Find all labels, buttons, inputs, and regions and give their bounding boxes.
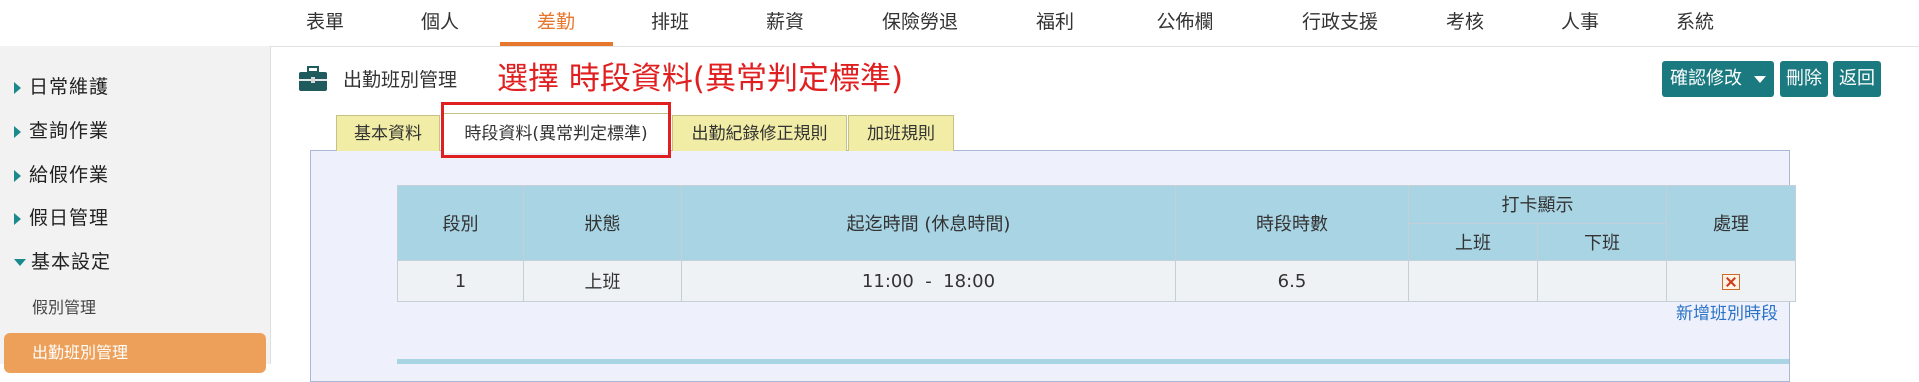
nav-item-insurance[interactable]: 保險勞退: [860, 0, 980, 44]
cell-hours: 6.5: [1175, 260, 1409, 302]
sidebar-subitem-leave-types[interactable]: 假別管理: [32, 294, 96, 322]
chevron-right-icon: [14, 169, 21, 182]
add-segment-link[interactable]: 新增班別時段: [1676, 302, 1778, 326]
segments-table: 段別 狀態 起迄時間 (休息時間) 時段時數 打卡顯示 處理 上班 下班 1 上…: [397, 185, 1796, 302]
column-header-hours: 時段時數: [1175, 185, 1409, 261]
sidebar-item-label: 假日管理: [29, 207, 110, 229]
sidebar-item-query[interactable]: 查詢作業: [14, 116, 109, 146]
nav-item-personal[interactable]: 個人: [400, 0, 480, 44]
cell-punch-out: [1537, 260, 1667, 302]
briefcase-icon: [298, 66, 328, 96]
column-header-status: 狀態: [523, 185, 682, 261]
confirm-button[interactable]: 確認修改: [1662, 61, 1774, 97]
sidebar-item-label: 查詢作業: [29, 120, 110, 142]
sidebar-item-daily-maintenance[interactable]: 日常維護: [14, 72, 109, 102]
column-header-punch-display: 打卡顯示: [1408, 185, 1667, 224]
back-button[interactable]: 返回: [1833, 61, 1881, 97]
confirm-button-label: 確認修改: [1670, 68, 1742, 89]
chevron-down-icon: [14, 259, 26, 266]
cell-punch-in: [1408, 260, 1538, 302]
chevron-right-icon: [14, 212, 21, 225]
column-header-punch-out: 下班: [1537, 222, 1667, 261]
nav-item-assessment[interactable]: 考核: [1425, 0, 1505, 44]
nav-item-salary[interactable]: 薪資: [745, 0, 825, 44]
column-header-time-range: 起迄時間 (休息時間): [681, 185, 1176, 261]
sidebar-item-holiday[interactable]: 假日管理: [14, 203, 109, 233]
tab-basic-info[interactable]: 基本資料: [336, 115, 440, 151]
nav-item-forms[interactable]: 表單: [285, 0, 365, 44]
annotation-title: 選擇 時段資料(異常判定標準): [497, 61, 904, 97]
nav-item-bulletin[interactable]: 公佈欄: [1135, 0, 1235, 44]
table-row: 1 上班 11:00 - 18:00 6.5: [397, 260, 1796, 302]
sidebar-subitem-shift-management[interactable]: 出勤班別管理: [4, 333, 266, 373]
column-header-action: 處理: [1666, 185, 1796, 261]
nav-item-attendance[interactable]: 差勤: [516, 0, 596, 44]
chevron-right-icon: [14, 81, 21, 94]
cell-time-range: 11:00 - 18:00: [681, 260, 1176, 302]
cell-action: [1666, 260, 1796, 302]
chevron-right-icon: [14, 125, 21, 138]
column-header-punch-in: 上班: [1408, 222, 1538, 261]
nav-active-indicator: [500, 42, 613, 46]
nav-item-hr[interactable]: 人事: [1540, 0, 1620, 44]
sidebar-item-label: 給假作業: [29, 164, 110, 186]
nav-item-scheduling[interactable]: 排班: [630, 0, 710, 44]
nav-item-system[interactable]: 系統: [1655, 0, 1735, 44]
page-title: 出勤班別管理: [343, 69, 458, 91]
column-header-segment: 段別: [397, 185, 524, 261]
delete-row-icon[interactable]: [1722, 273, 1740, 290]
delete-button[interactable]: 刪除: [1780, 61, 1828, 97]
sidebar-item-label: 日常維護: [29, 76, 110, 98]
sidebar-item-basic-settings[interactable]: 基本設定: [14, 247, 111, 277]
tab-overtime-rules[interactable]: 加班規則: [848, 115, 954, 151]
sidebar-item-label: 基本設定: [31, 251, 112, 273]
sidebar-item-leave-grant[interactable]: 給假作業: [14, 160, 109, 190]
next-table-header: [397, 359, 1789, 364]
chevron-down-icon: [1754, 75, 1766, 83]
tab-highlight-box: [441, 102, 671, 158]
cell-status: 上班: [523, 260, 682, 302]
cell-segment: 1: [397, 260, 524, 302]
nav-item-admin-support[interactable]: 行政支援: [1280, 0, 1400, 44]
nav-item-welfare[interactable]: 福利: [1015, 0, 1095, 44]
tab-attendance-correction-rules[interactable]: 出勤紀錄修正規則: [672, 115, 847, 151]
top-nav: 表單 個人 差勤 排班 薪資 保險勞退 福利 公佈欄 行政支援 考核 人事 系統: [0, 0, 1919, 47]
